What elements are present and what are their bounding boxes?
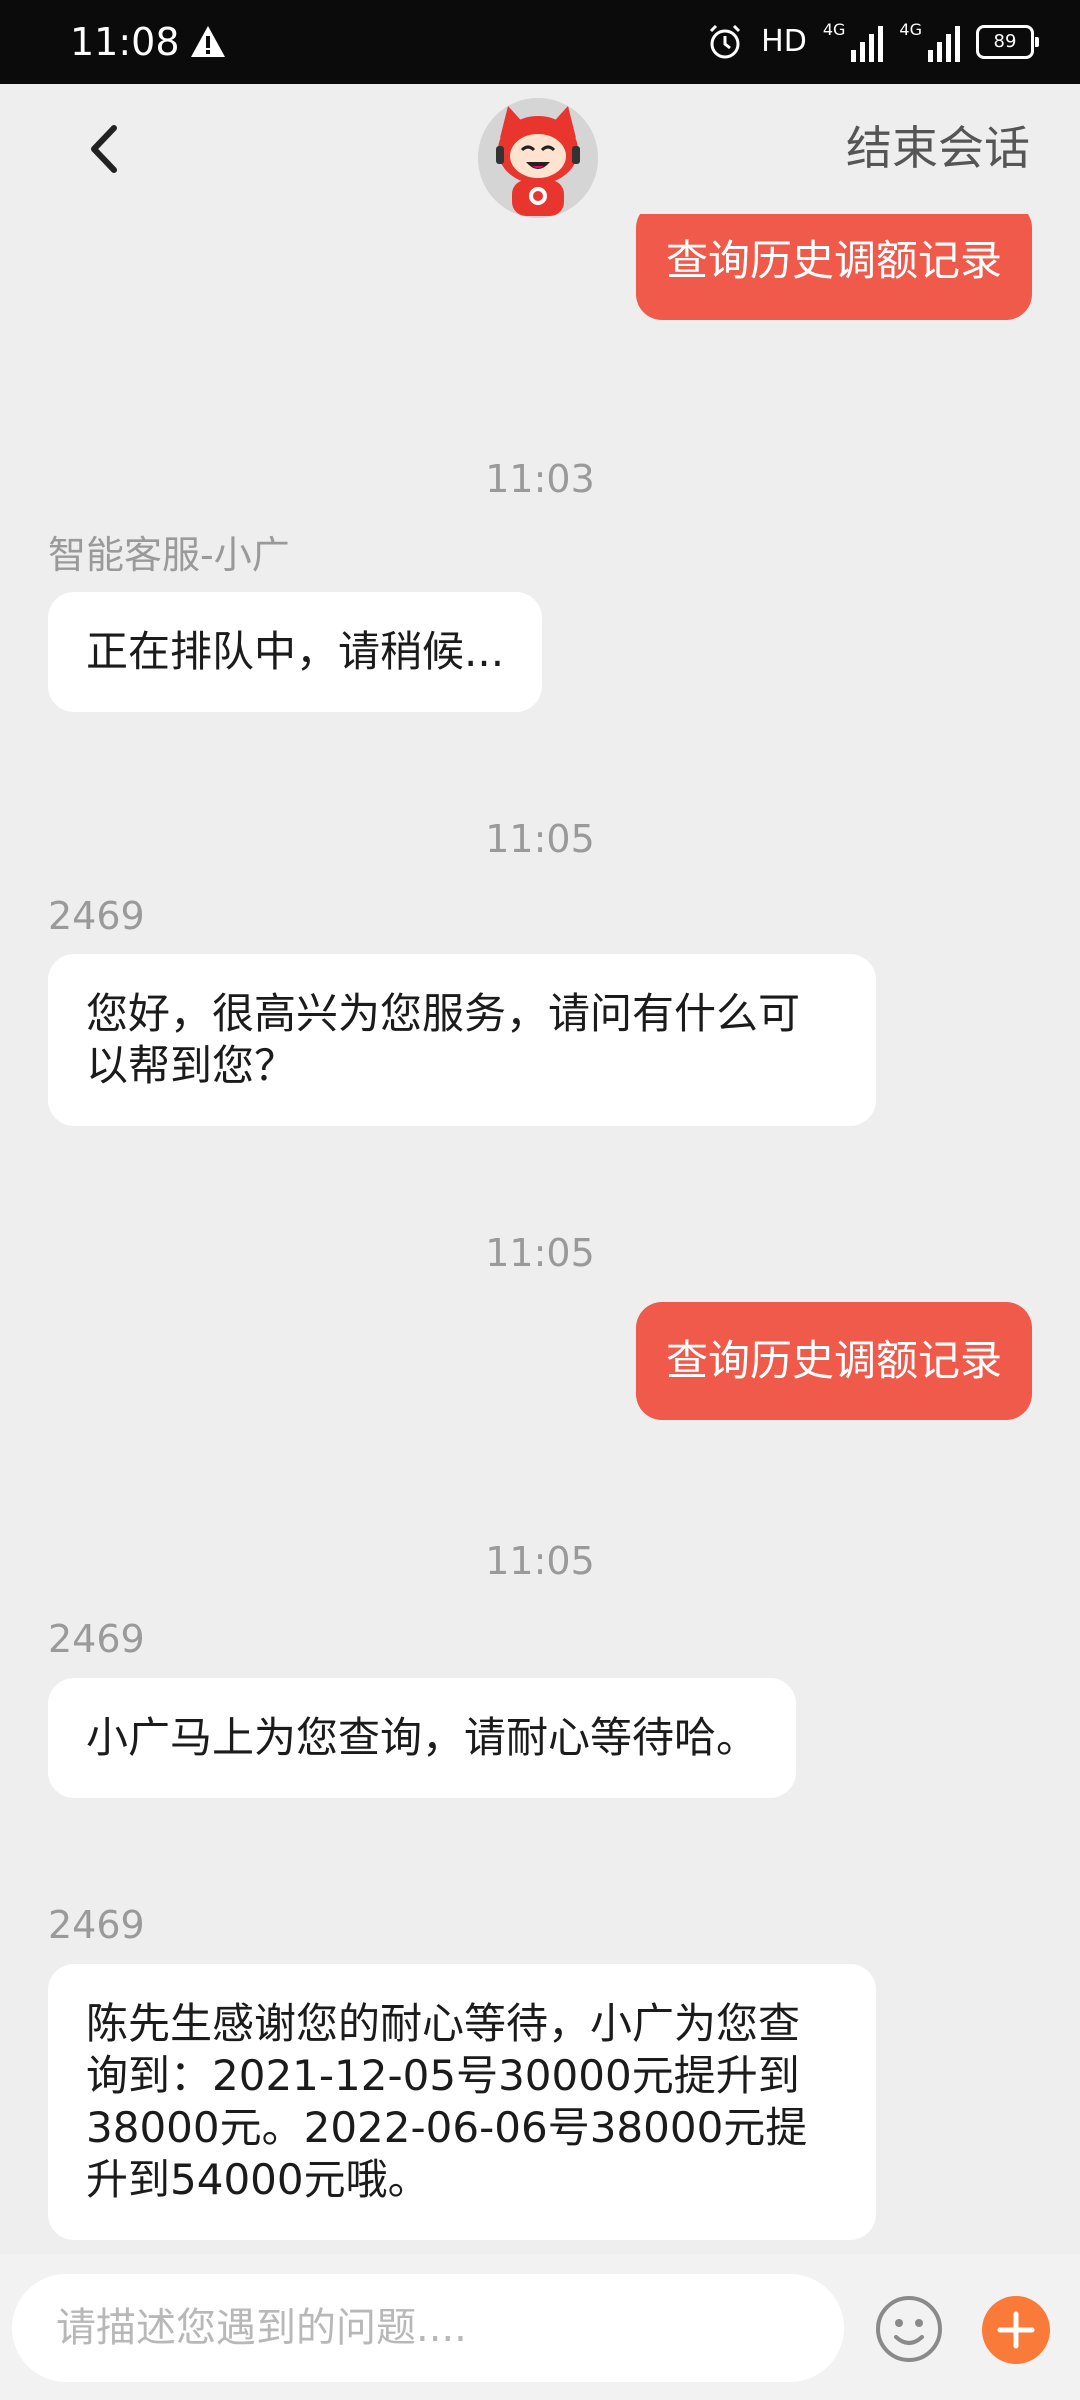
- chevron-left-icon[interactable]: [74, 114, 134, 184]
- status-icons: HD 4G 4G 89: [705, 22, 1039, 62]
- plus-icon: [997, 2311, 1035, 2349]
- sender-name: 2469: [48, 894, 145, 938]
- input-bar: [0, 2254, 1080, 2400]
- agent-message: 陈先生感谢您的耐心等待，小广为您查询到：2021-12-05号30000元提升到…: [48, 1964, 876, 2240]
- network-type-label: 4G: [899, 20, 922, 39]
- battery-icon: 89: [976, 25, 1039, 59]
- hd-indicator: HD: [761, 24, 807, 59]
- sender-name: 智能客服-小广: [48, 533, 290, 577]
- agent-message: 小广马上为您查询，请耐心等待哈。: [48, 1678, 797, 1798]
- message-timestamp: 11:05: [485, 1231, 595, 1275]
- agent-message: 您好，很高兴为您服务，请问有什么可以帮到您？: [48, 954, 876, 1126]
- user-message[interactable]: 查询历史调额记录: [635, 214, 1032, 320]
- signal-icon: 4G: [823, 22, 884, 62]
- sender-name: 2469: [48, 1903, 145, 1947]
- message-timestamp: 11:05: [485, 817, 595, 861]
- plus-button[interactable]: [982, 2296, 1050, 2364]
- warning-icon: [191, 26, 225, 57]
- smiley-icon[interactable]: [874, 2294, 944, 2364]
- user-message[interactable]: 查询历史调额记录: [635, 1302, 1032, 1420]
- sender-name: 2469: [48, 1617, 145, 1661]
- message-timestamp: 11:03: [485, 457, 595, 501]
- end-session-button[interactable]: 结束会话: [846, 116, 1030, 180]
- message-input[interactable]: [12, 2274, 844, 2382]
- avatar[interactable]: [478, 98, 598, 218]
- robot-mascot-icon: [478, 98, 598, 218]
- chat-header: 结束会话: [0, 84, 1080, 218]
- alarm-icon: [710, 24, 741, 59]
- status-time: 11:08: [70, 20, 180, 64]
- chat-area[interactable]: 查询历史调额记录 11:03 智能客服-小广 正在排队中，请稍候... 11:0…: [0, 214, 1080, 2254]
- message-timestamp: 11:05: [485, 1539, 595, 1583]
- agent-message: 正在排队中，请稍候...: [48, 592, 543, 712]
- signal-icon: 4G: [899, 22, 960, 62]
- network-type-label: 4G: [822, 20, 846, 39]
- status-bar: 11:08 HD 4G 4G 89: [0, 0, 1080, 84]
